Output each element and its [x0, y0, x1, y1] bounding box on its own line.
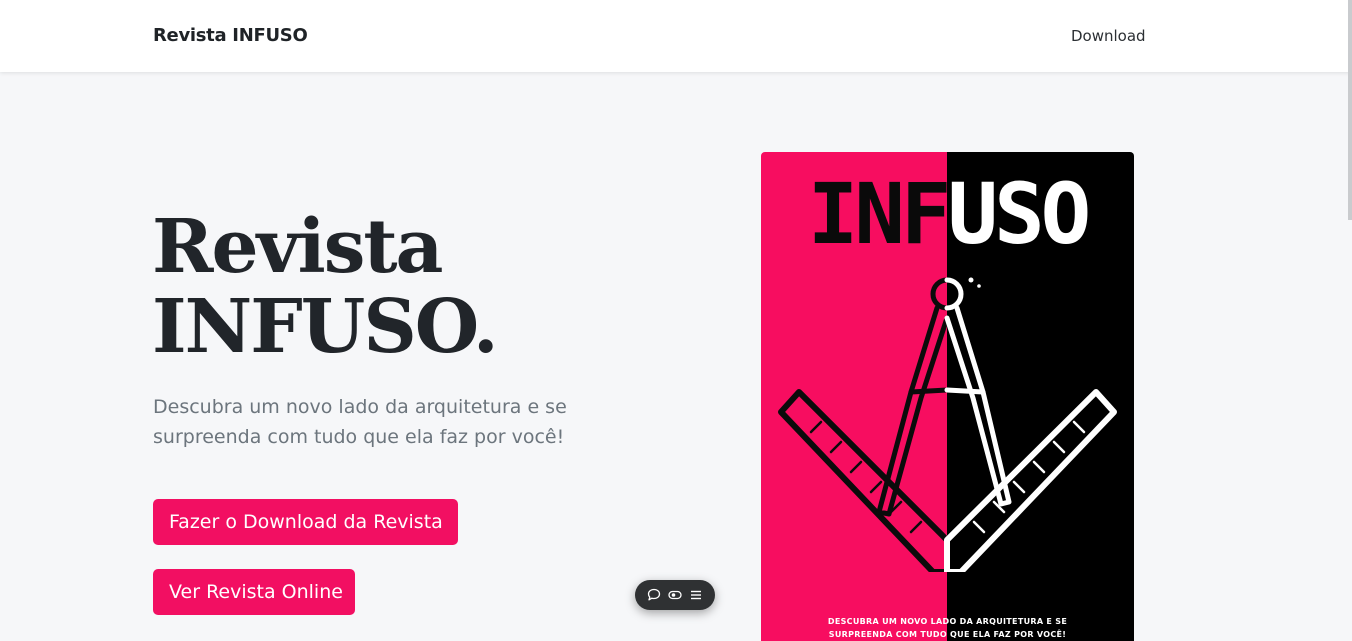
cover-title-uso: USO	[947, 165, 1092, 263]
download-nav-link[interactable]: Download	[1071, 27, 1146, 45]
hero-subtitle: Descubra um novo lado da arquitetura e s…	[153, 396, 567, 448]
download-magazine-button[interactable]: Fazer o Download da Revista	[153, 499, 458, 545]
cover-tagline: DESCUBRA UM NOVO LADO DA ARQUITETURA E S…	[827, 617, 1068, 639]
view-online-button[interactable]: Ver Revista Online	[153, 569, 355, 615]
comment-icon[interactable]	[646, 587, 662, 603]
menu-icon[interactable]	[688, 587, 704, 603]
hero-title-line2: INFUSO.	[152, 284, 499, 370]
compass-square-illustration	[778, 277, 1117, 572]
cover-title-inf: INF	[807, 165, 952, 263]
eye-icon[interactable]	[667, 587, 683, 603]
scrollbar[interactable]	[1348, 0, 1352, 220]
cover-title: INFUSO	[761, 172, 1134, 256]
navbar: Revista INFUSO Download	[0, 0, 1352, 72]
magazine-cover: INFUSO DESCUBRA UM NOVO LADO DA ARQUITET…	[761, 152, 1134, 641]
hero-title: Revista INFUSO.	[152, 207, 672, 367]
floating-toolbar	[635, 580, 715, 610]
hero-title-line1: Revista	[152, 204, 443, 290]
brand-link[interactable]: Revista INFUSO	[153, 25, 308, 46]
